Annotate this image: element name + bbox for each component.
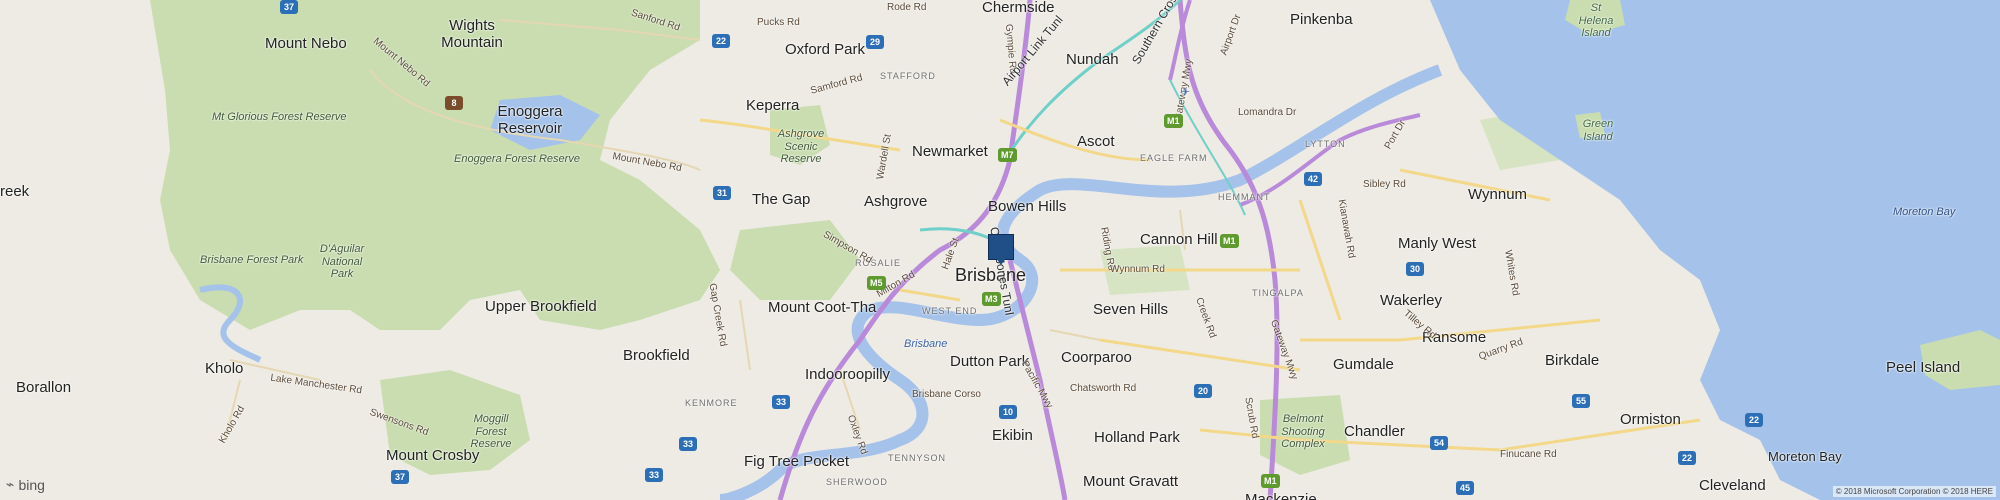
place-wakerley: Wakerley xyxy=(1380,292,1442,309)
suburb-west-end: WEST END xyxy=(922,306,978,316)
route-shield-33-a: 33 xyxy=(772,395,790,409)
place-indooroopilly: Indooroopilly xyxy=(805,366,891,383)
place-ashgrove: Ashgrove xyxy=(864,193,928,210)
road-wynnum-rd: Wynnum Rd xyxy=(1110,264,1165,275)
place-peel-island: Peel Island xyxy=(1886,359,1961,376)
airport-icon: ✈ xyxy=(1180,85,1191,99)
route-shield-8: 8 xyxy=(445,96,463,110)
route-shield-22-c: 22 xyxy=(1678,451,1696,465)
route-shield-45: 45 xyxy=(1456,481,1474,495)
place-oxford-park: Oxford Park xyxy=(785,41,866,58)
park-brisbane-forest: Brisbane Forest Park xyxy=(200,254,304,266)
suburb-tennyson: TENNYSON xyxy=(888,453,947,463)
park-mt-glorious: Mt Glorious Forest Reserve xyxy=(212,111,347,123)
route-shield-m3: M3 xyxy=(982,292,1001,306)
route-shield-30: 30 xyxy=(1406,262,1424,276)
route-shield-m5: M5 xyxy=(867,276,886,290)
route-shield-20: 20 xyxy=(1194,384,1212,398)
place-seven-hills: Seven Hills xyxy=(1093,301,1169,318)
place-chandler: Chandler xyxy=(1344,423,1405,440)
place-holland-park: Holland Park xyxy=(1094,429,1180,446)
island-green: Green Island xyxy=(1582,118,1614,143)
place-birkdale: Birkdale xyxy=(1545,352,1600,369)
park-enoggera-forest: Enoggera Forest Reserve xyxy=(454,153,580,165)
route-shield-22-b: 22 xyxy=(1745,413,1763,427)
road-brisbane-corso: Brisbane Corso xyxy=(912,389,981,400)
route-shield-29: 29 xyxy=(866,35,884,49)
place-newmarket: Newmarket xyxy=(912,143,988,160)
road-finucane-rd: Finucane Rd xyxy=(1500,449,1557,460)
park-daguilar: D'Aguilar National Park xyxy=(319,243,365,281)
road-chatsworth-rd: Chatsworth Rd xyxy=(1070,383,1137,394)
place-mount-coot-tha: Mount Coot-Tha xyxy=(768,299,877,316)
place-brookfield: Brookfield xyxy=(623,347,690,364)
map-canvas[interactable]: Chermside Pinkenba Oxford Park Nundah Mo… xyxy=(0,0,2000,500)
place-creek-partial: reek xyxy=(0,183,30,200)
place-borallon: Borallon xyxy=(16,379,72,396)
water-moreton-bay-bottom: Moreton Bay xyxy=(1768,449,1842,464)
place-enoggera-reservoir: Enoggera Reservoir xyxy=(497,103,563,137)
place-upper-brookfield: Upper Brookfield xyxy=(485,298,597,315)
location-pin-marker[interactable] xyxy=(988,234,1014,265)
suburb-sherwood: SHERWOOD xyxy=(826,477,888,487)
place-ormiston: Ormiston xyxy=(1620,411,1681,428)
road-lomandra-dr: Lomandra Dr xyxy=(1238,107,1297,118)
route-shield-33-c: 33 xyxy=(645,468,663,482)
place-wynnum: Wynnum xyxy=(1468,186,1528,203)
place-mackenzie: Mackenzie xyxy=(1245,491,1317,500)
route-shield-31: 31 xyxy=(713,186,731,200)
route-shield-42: 42 xyxy=(1304,172,1322,186)
place-fig-tree-pocket: Fig Tree Pocket xyxy=(744,453,850,470)
place-wights-mountain: Wights Mountain xyxy=(441,17,503,51)
place-coorparoo: Coorparoo xyxy=(1061,349,1132,366)
water-moreton-bay-top: Moreton Bay xyxy=(1893,206,1956,218)
route-shield-37-top: 37 xyxy=(280,0,298,14)
place-brisbane: Brisbane xyxy=(955,265,1027,285)
bing-logo: ⌁ bing xyxy=(6,476,45,493)
place-dutton-park: Dutton Park xyxy=(950,353,1030,370)
place-ascot: Ascot xyxy=(1077,133,1115,150)
route-shield-55: 55 xyxy=(1572,394,1590,408)
route-shield-22: 22 xyxy=(712,34,730,48)
place-cannon-hill: Cannon Hill xyxy=(1140,231,1218,248)
route-shield-m1-b: M1 xyxy=(1220,234,1239,248)
road-pucks-rd: Pucks Rd xyxy=(757,17,800,28)
park-moggill: Moggill Forest Reserve xyxy=(470,413,512,451)
place-mount-gravatt: Mount Gravatt xyxy=(1083,473,1179,490)
place-ekibin: Ekibin xyxy=(992,427,1033,444)
suburb-tingalpa: TINGALPA xyxy=(1252,288,1304,298)
place-pinkenba: Pinkenba xyxy=(1290,11,1353,28)
place-bowen-hills: Bowen Hills xyxy=(988,198,1067,215)
place-manly-west: Manly West xyxy=(1398,235,1477,252)
place-nundah: Nundah xyxy=(1066,51,1119,68)
suburb-lytton: LYTTON xyxy=(1305,139,1346,149)
place-keperra: Keperra xyxy=(746,97,800,114)
park-belmont: Belmont Shooting Complex xyxy=(1281,413,1325,451)
route-shield-m7: M7 xyxy=(998,148,1017,162)
route-shield-54: 54 xyxy=(1430,436,1448,450)
suburb-stafford: STAFFORD xyxy=(880,71,936,81)
place-the-gap: The Gap xyxy=(752,191,811,208)
place-kholo: Kholo xyxy=(205,360,244,377)
road-rode-rd: Rode Rd xyxy=(887,2,927,13)
road-sibley-rd: Sibley Rd xyxy=(1363,179,1406,190)
route-shield-10: 10 xyxy=(999,405,1017,419)
water-brisbane-river: Brisbane xyxy=(904,338,948,350)
place-chermside: Chermside xyxy=(982,0,1055,16)
suburb-hemmant: HEMMANT xyxy=(1218,192,1271,202)
place-gumdale: Gumdale xyxy=(1333,356,1394,373)
route-shield-m1-a: M1 xyxy=(1164,114,1183,128)
route-shield-37: 37 xyxy=(391,470,409,484)
suburb-eagle-farm: EAGLE FARM xyxy=(1140,153,1208,163)
bing-logo-text: bing xyxy=(18,476,45,493)
route-shield-m1-c: M1 xyxy=(1261,474,1280,488)
island-st-helena: St Helena Island xyxy=(1578,2,1614,40)
route-shield-33-b: 33 xyxy=(679,437,697,451)
place-cleveland: Cleveland xyxy=(1699,477,1766,494)
map-attribution: © 2018 Microsoft Corporation © 2018 HERE xyxy=(1832,486,1996,497)
bing-logo-icon: ⌁ xyxy=(6,476,15,492)
place-mount-nebo: Mount Nebo xyxy=(265,35,347,52)
park-ashgrove-scenic: Ashgrove Scenic Reserve xyxy=(777,128,825,166)
suburb-kenmore: KENMORE xyxy=(685,398,738,408)
